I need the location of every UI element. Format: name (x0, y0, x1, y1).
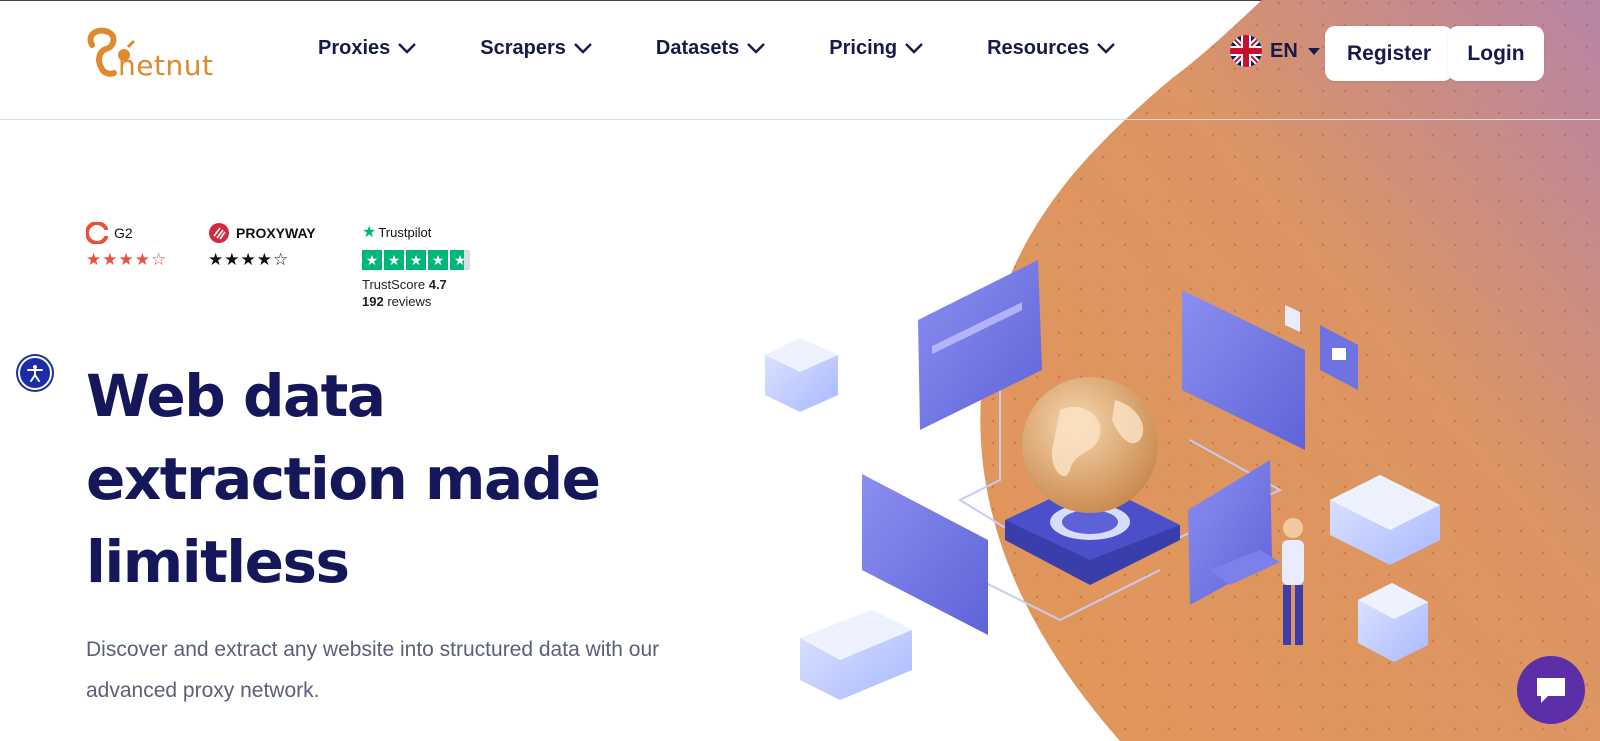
hero-subtext: Discover and extract any website into st… (86, 638, 660, 702)
g2-name: G2 (114, 225, 133, 241)
chat-bubble-icon (1537, 678, 1565, 703)
proxyway-name: PROXYWAY (236, 225, 316, 241)
trustpilot-stars: ★ ★ ★ ★ ★ (362, 250, 470, 270)
proxyway-logo-icon (209, 223, 229, 243)
trustscore-label: TrustScore (362, 277, 426, 292)
headline-line: limitless (86, 528, 350, 596)
hero-headline: Web data extraction made limitless (86, 355, 686, 604)
nav-label: Proxies (318, 37, 391, 59)
chevron-down-icon (574, 43, 592, 54)
language-label: EN (1270, 39, 1298, 62)
nav-pricing[interactable]: Pricing (829, 37, 923, 60)
nav-label: Datasets (655, 37, 740, 59)
trustpilot-name: Trustpilot (378, 224, 432, 240)
caret-down-icon (1307, 47, 1320, 55)
trustpilot-rating[interactable]: ★ Trustpilot ★ ★ ★ ★ ★ TrustScore 4.7 19… (362, 222, 470, 310)
accessibility-button[interactable] (18, 356, 52, 390)
netnut-logo[interactable]: netnut (84, 27, 214, 82)
chevron-down-icon (905, 43, 923, 54)
headline-line: extraction made (86, 445, 601, 513)
hero-illustration (765, 260, 1440, 700)
nav-resources[interactable]: Resources (987, 37, 1116, 60)
star-icon: ★ (384, 250, 404, 270)
g2-logo-icon (86, 222, 108, 244)
brand-name: netnut (118, 49, 214, 82)
proxyway-rating[interactable]: PROXYWAY ★★★★☆ (208, 222, 316, 270)
login-button[interactable]: Login (1448, 26, 1544, 81)
reviews-count: 192 (362, 294, 384, 309)
proxyway-stars: ★★★★☆ (208, 250, 290, 269)
headline-line: Web data (86, 362, 386, 430)
trustscore-text: TrustScore 4.7 192 reviews (362, 276, 470, 310)
g2-rating[interactable]: G2 ★★★★☆ (86, 222, 167, 270)
site-header: netnut Proxies Scrapers Datasets Pricing… (0, 1, 1600, 120)
nav-proxies[interactable]: Proxies (318, 37, 417, 60)
chevron-down-icon (398, 43, 417, 54)
register-button[interactable]: Register (1325, 26, 1453, 81)
g2-stars: ★★★★☆ (86, 250, 168, 269)
language-selector[interactable]: EN (1230, 35, 1320, 67)
chevron-down-icon (747, 43, 766, 54)
nav-label: Resources (987, 37, 1090, 59)
uk-flag-icon (1230, 35, 1262, 67)
star-icon: ★ (362, 250, 382, 270)
nav-label: Pricing (829, 37, 898, 59)
reviews-label: reviews (387, 294, 432, 309)
star-icon: ★ (428, 250, 448, 270)
star-icon: ★ (406, 250, 426, 270)
star-icon: ★ (450, 250, 470, 270)
chat-widget-button[interactable] (1517, 656, 1585, 724)
nav-scrapers[interactable]: Scrapers (480, 37, 592, 60)
trustpilot-star-icon: ★ (362, 224, 377, 241)
trustscore-value: 4.7 (428, 277, 447, 292)
accessibility-icon (27, 365, 43, 382)
chevron-down-icon (1097, 43, 1116, 54)
main-nav: Proxies Scrapers Datasets Pricing Resour… (318, 37, 1116, 60)
nav-label: Scrapers (480, 37, 566, 59)
nav-datasets[interactable]: Datasets (655, 37, 766, 60)
